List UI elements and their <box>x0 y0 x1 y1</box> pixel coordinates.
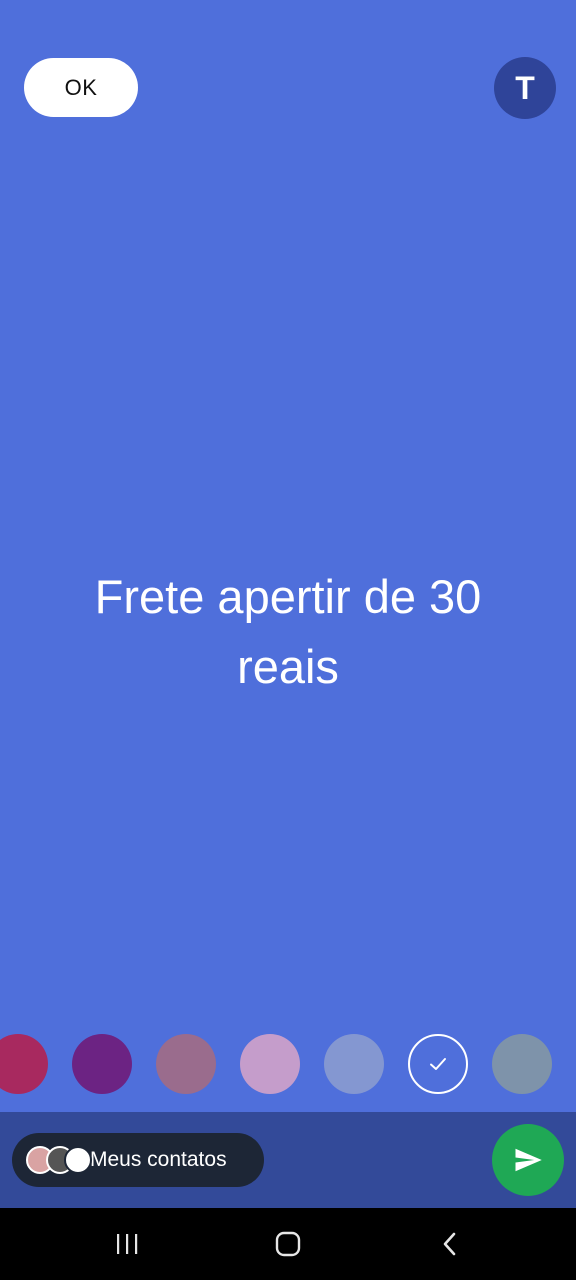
color-swatch-selected[interactable] <box>408 1034 468 1094</box>
contact-avatars <box>26 1146 96 1174</box>
home-icon <box>275 1231 301 1257</box>
check-icon <box>430 1058 446 1070</box>
audience-label: Meus contatos <box>90 1148 227 1171</box>
color-palette <box>0 1034 552 1094</box>
status-text[interactable]: Frete apertir de 30 reais <box>40 562 536 702</box>
recents-button[interactable] <box>107 1226 147 1262</box>
color-swatch-4[interactable] <box>324 1034 384 1094</box>
color-swatch-3[interactable] <box>240 1034 300 1094</box>
home-button[interactable] <box>268 1226 308 1262</box>
text-font-label: T <box>515 69 535 106</box>
color-swatch-1[interactable] <box>72 1034 132 1094</box>
color-swatch-0[interactable] <box>0 1034 48 1094</box>
audience-selector-button[interactable]: Meus contatos <box>12 1133 264 1187</box>
back-button[interactable] <box>430 1226 470 1262</box>
ok-button[interactable]: OK <box>24 58 138 117</box>
color-swatch-2[interactable] <box>156 1034 216 1094</box>
status-canvas[interactable]: OK T Frete apertir de 30 reais <box>0 0 576 1112</box>
bottom-bar: Meus contatos <box>0 1112 576 1208</box>
system-navigation-bar <box>0 1208 576 1280</box>
avatar <box>64 1146 92 1174</box>
send-button[interactable] <box>492 1124 564 1196</box>
text-font-button[interactable]: T <box>494 57 556 119</box>
back-icon <box>443 1232 456 1256</box>
recents-icon <box>117 1234 138 1254</box>
send-icon <box>515 1148 542 1172</box>
color-swatch-6[interactable] <box>492 1034 552 1094</box>
